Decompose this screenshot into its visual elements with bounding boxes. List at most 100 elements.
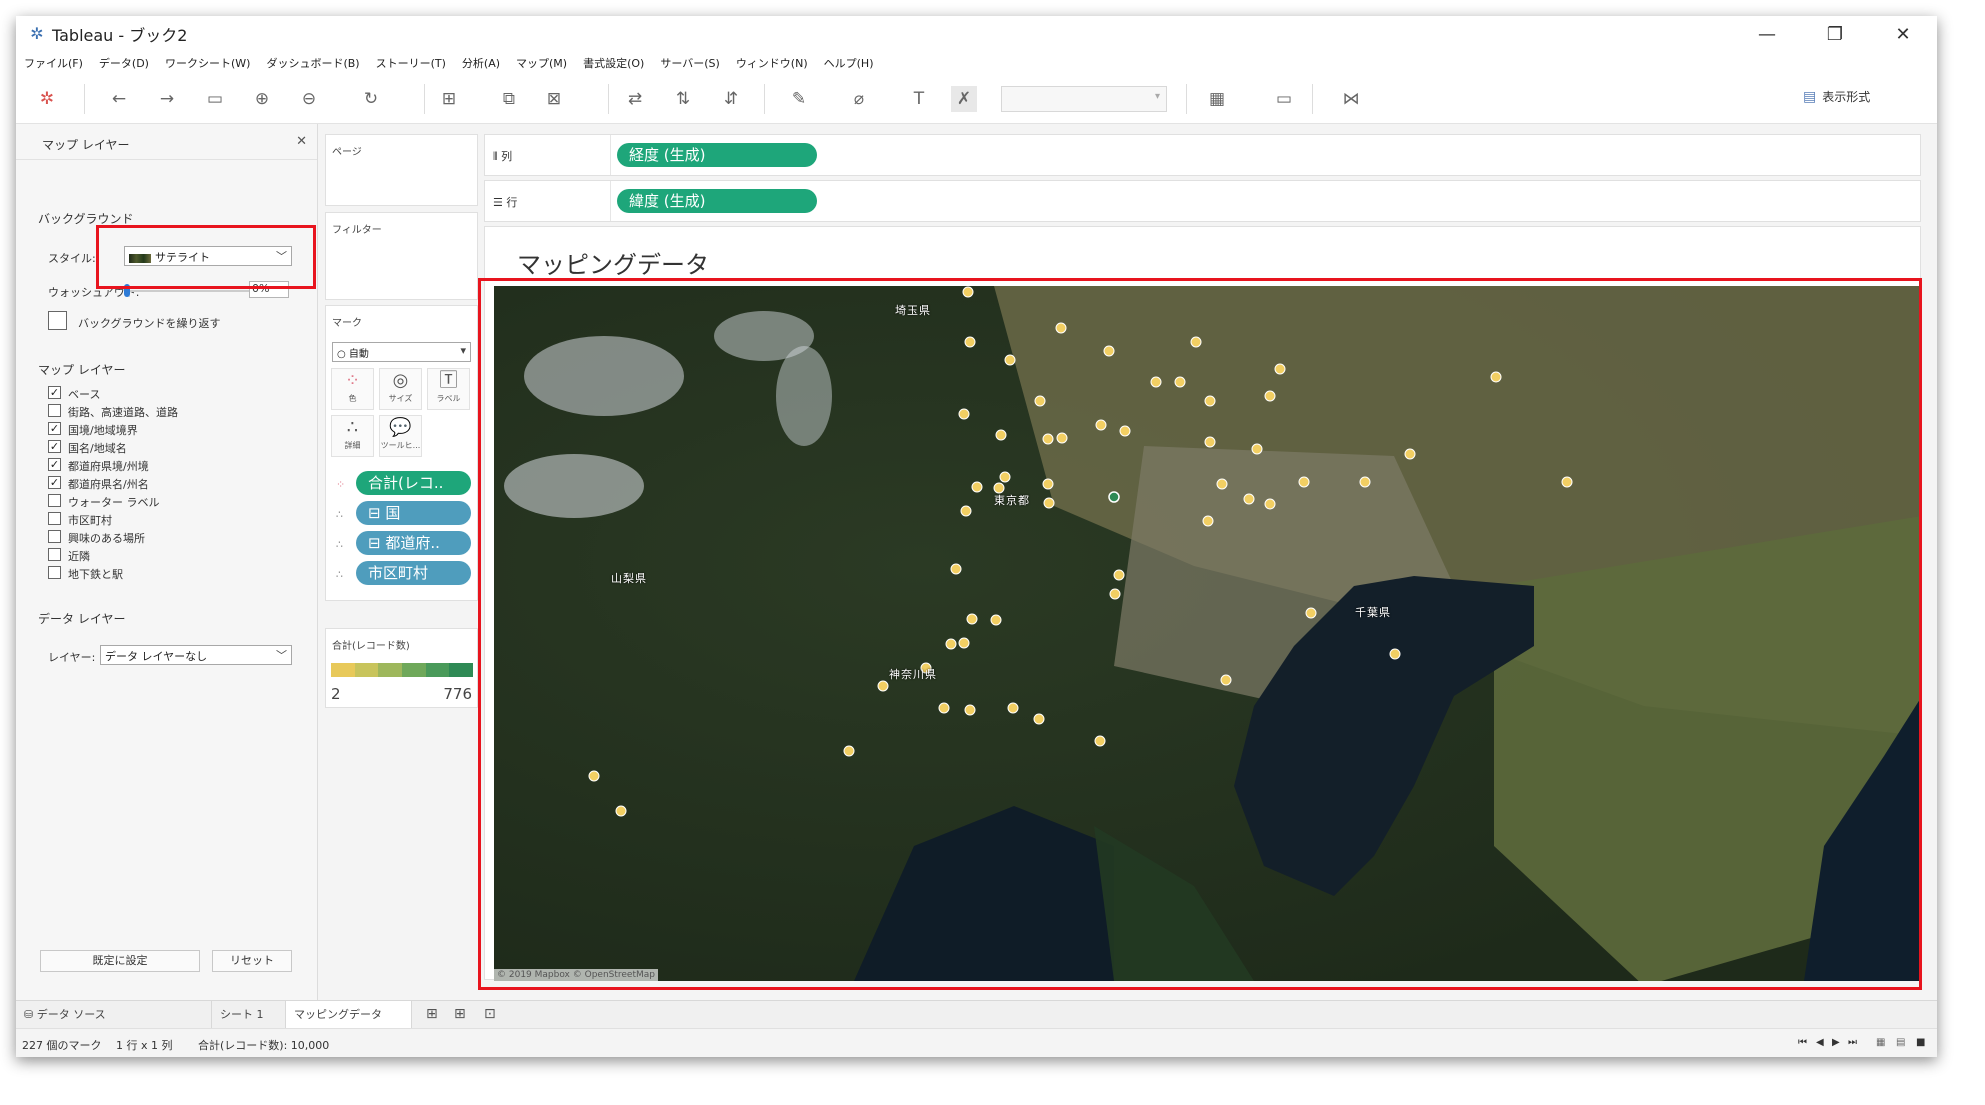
menu-bar: ファイル(F) データ(D) ワークシート(W) ダッシュボード(B) ストーリ… [16, 52, 1937, 74]
show-filmstrip-icon[interactable]: ▤ [1896, 1037, 1905, 1048]
save-icon[interactable]: ▭ [202, 86, 228, 112]
mark-pill-prefecture[interactable]: ⊟ 都道府.. [356, 531, 471, 555]
menu-format[interactable]: 書式設定(O) [583, 55, 644, 71]
new-datasource-icon[interactable]: ⊕ [249, 86, 275, 112]
status-bar: 227 個のマーク 1 行 x 1 列 合計(レコード数): 10,000 ⏮ … [16, 1028, 1937, 1057]
washout-slider-track[interactable] [128, 290, 250, 292]
swap-icon[interactable]: ⇄ [622, 86, 648, 112]
pages-card[interactable]: ページ [325, 134, 478, 206]
minimize-button[interactable]: — [1733, 16, 1801, 52]
filters-card[interactable]: フィルター [325, 212, 478, 300]
layer-country-names-checkbox[interactable]: ✓ [48, 440, 61, 453]
menu-map[interactable]: マップ(M) [516, 55, 567, 71]
new-dashboard-tab-icon[interactable]: ⊞ [454, 1006, 466, 1022]
last-sheet-icon[interactable]: ⏭ [1848, 1037, 1857, 1048]
fix-axes-icon[interactable]: ✗ [951, 86, 977, 112]
new-story-tab-icon[interactable]: ⊡ [484, 1006, 496, 1022]
labels-icon[interactable]: T [906, 86, 932, 112]
detail-button[interactable]: ∴ 詳細 [331, 415, 374, 457]
share-icon[interactable]: ⋈ [1338, 86, 1364, 112]
reset-button[interactable]: リセット [212, 950, 292, 972]
layer-prefecture-borders-checkbox[interactable]: ✓ [48, 458, 61, 471]
menu-file[interactable]: ファイル(F) [24, 55, 83, 71]
repeat-background-checkbox[interactable] [48, 311, 67, 330]
label-button[interactable]: 🅃 ラベル [427, 368, 470, 410]
clear-sheet-icon[interactable]: ⊠ [541, 86, 567, 112]
show-sheet-sorter-icon[interactable]: ▦ [1876, 1037, 1885, 1048]
next-sheet-icon[interactable]: ▶ [1832, 1037, 1840, 1048]
rows-shelf[interactable]: ☰ 行 緯度 (生成) [484, 180, 1921, 222]
layer-base-checkbox[interactable]: ✓ [48, 386, 61, 399]
mark-pill-sum[interactable]: 合計(レコ.. [356, 471, 471, 495]
fit-dropdown[interactable]: ▾ [1001, 86, 1167, 112]
label-icon: 🅃 [439, 370, 458, 391]
redo-icon[interactable]: → [154, 86, 180, 112]
duplicate-icon[interactable]: ⧉ [496, 86, 522, 112]
longitude-pill[interactable]: 経度 (生成) [617, 143, 817, 167]
layer-streets-checkbox[interactable] [48, 404, 61, 417]
legend-swatch [378, 663, 403, 677]
layer-prefecture-names-checkbox[interactable]: ✓ [48, 476, 61, 489]
mark-pill-country[interactable]: ⊟ 国 [356, 501, 471, 525]
color-encoding-icon: ⁘ [336, 478, 346, 491]
layer-country-borders-checkbox[interactable]: ✓ [48, 422, 61, 435]
new-worksheet-icon[interactable]: ⊞ [436, 86, 462, 112]
menu-server[interactable]: サーバー(S) [660, 55, 719, 71]
close-button[interactable]: ✕ [1869, 16, 1937, 52]
layer-neighborhoods-checkbox[interactable] [48, 548, 61, 561]
legend-title: 合計(レコード数) [332, 641, 410, 652]
menu-worksheet[interactable]: ワークシート(W) [165, 55, 250, 71]
menu-window[interactable]: ウィンドウ(N) [736, 55, 808, 71]
size-button[interactable]: ◎ サイズ [379, 368, 422, 410]
layer-cities-checkbox[interactable] [48, 512, 61, 525]
layer-poi-checkbox[interactable] [48, 530, 61, 543]
menu-dashboard[interactable]: ダッシュボード(B) [266, 55, 359, 71]
menu-analysis[interactable]: 分析(A) [462, 55, 500, 71]
menu-help[interactable]: ヘルプ(H) [824, 55, 874, 71]
database-icon: ⛁ [24, 1008, 37, 1021]
layer-water-labels-checkbox[interactable] [48, 494, 61, 507]
mark-circle-icon: ○ [337, 349, 349, 360]
first-sheet-icon[interactable]: ⏮ [1798, 1037, 1807, 1048]
tab-mapping-data[interactable]: マッピングデータ [286, 1001, 412, 1029]
legend-min: 2 [331, 685, 341, 703]
highlight-icon[interactable]: ✎ [786, 86, 812, 112]
tab-data-source[interactable]: ⛁ データ ソース [16, 1001, 212, 1029]
latitude-pill[interactable]: 緯度 (生成) [617, 189, 817, 213]
mark-type-select[interactable]: ○ 自動 ▾ [332, 342, 471, 362]
tableau-home-icon[interactable]: ✲ [34, 86, 60, 112]
detail-encoding-icon: ∴ [336, 568, 343, 581]
sort-descending-icon[interactable]: ⇵ [718, 86, 744, 112]
sort-ascending-icon[interactable]: ⇅ [670, 86, 696, 112]
show-me-icon: ▤ [1803, 88, 1817, 105]
map-highlight-frame [478, 278, 1922, 990]
show-me-button[interactable]: ▤ 表示形式 [1803, 88, 1870, 105]
menu-data[interactable]: データ(D) [99, 55, 149, 71]
set-default-button[interactable]: 既定に設定 [40, 950, 200, 972]
color-button[interactable]: ⁘ 色 [331, 368, 374, 410]
prev-sheet-icon[interactable]: ◀ [1816, 1037, 1824, 1048]
pause-updates-icon[interactable]: ⊖ [296, 86, 322, 112]
new-worksheet-tab-icon[interactable]: ⊞ [426, 1006, 438, 1022]
close-panel-icon[interactable]: ✕ [296, 134, 307, 149]
mark-pill-city[interactable]: 市区町村 [356, 561, 471, 585]
columns-shelf[interactable]: ⫴ 列 経度 (生成) [484, 134, 1921, 176]
mark-count: 227 個のマーク [22, 1039, 102, 1052]
tab-sheet1[interactable]: シート 1 [212, 1001, 286, 1029]
layer-label: 市区町村 [68, 514, 112, 527]
tooltip-button[interactable]: 💬 ツールヒ... [379, 415, 422, 457]
presentation-icon[interactable]: ▭ [1271, 86, 1297, 112]
menu-story[interactable]: ストーリー(T) [376, 55, 446, 71]
refresh-icon[interactable]: ↻ [358, 86, 384, 112]
undo-icon[interactable]: ← [106, 86, 132, 112]
rows-icon: ☰ [493, 196, 507, 209]
restore-button[interactable]: ❐ [1801, 16, 1869, 52]
layer-subway-checkbox[interactable] [48, 566, 61, 579]
layer-label: ウォーター ラベル [68, 496, 160, 509]
group-icon[interactable]: ⌀ [846, 86, 872, 112]
color-legend-card[interactable]: 合計(レコード数) 2 776 [325, 628, 478, 708]
show-cards-icon[interactable]: ▦ [1204, 86, 1230, 112]
size-icon: ◎ [392, 370, 409, 391]
show-tabs-icon[interactable]: ■ [1916, 1037, 1925, 1048]
data-layer-select[interactable]: データ レイヤーなし ﹀ [100, 645, 292, 665]
